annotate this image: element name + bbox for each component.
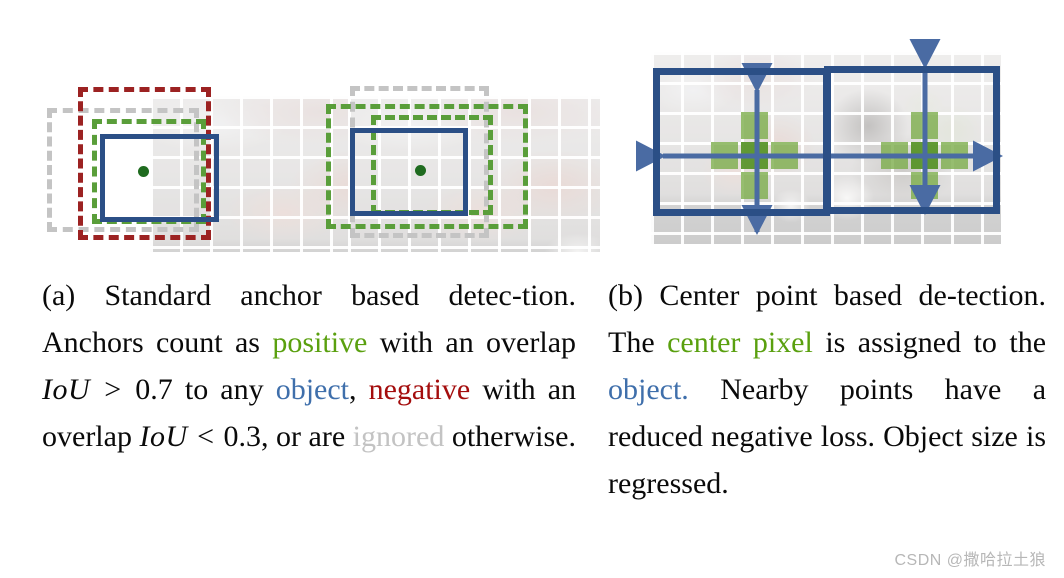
caption-a-iou-2: IoU (139, 420, 188, 453)
caption-subfigure-a: (a) Standard anchor based detec-tion. An… (42, 272, 576, 460)
caption-a-iou-1: IoU (42, 373, 91, 406)
figure-page: (a) Standard anchor based detec-tion. An… (0, 0, 1064, 578)
figure-row (0, 0, 1064, 268)
caption-a-lt: < (197, 420, 215, 453)
caption-a-seg7: otherwise. (451, 420, 576, 453)
caption-a-seg4: to any (184, 373, 264, 406)
caption-a-seg3: with an overlap (379, 326, 577, 359)
caption-a-gt: > (104, 373, 122, 406)
caption-b-text: (b) Center point based de-tection. The c… (608, 272, 1046, 507)
caption-a-seg1: (a) Standard anchor based detec-tion. (42, 279, 576, 312)
caption-a-positive: positive (272, 326, 368, 359)
caption-a-object: object (275, 373, 349, 406)
caption-a-seg2: Anchors count as (42, 326, 260, 359)
caption-b-seg3: is assigned to the (825, 326, 1047, 359)
caption-a-seg6: , or are (261, 420, 346, 453)
caption-a-threshold-low: 0.3 (223, 420, 262, 453)
caption-row: (a) Standard anchor based detec-tion. An… (0, 272, 1064, 562)
blue-solid-anchor-box-a1 (100, 134, 219, 222)
caption-a-negative: negative (368, 373, 471, 406)
caption-b-seg1: (b) Center point based de-tection. (608, 279, 1046, 312)
caption-a-comma: , (349, 373, 369, 406)
caption-a-text: (a) Standard anchor based detec-tion. An… (42, 272, 576, 460)
center-dot-a2 (415, 165, 426, 176)
blue-solid-box-right-cat (824, 66, 1000, 214)
center-dot-a1 (138, 166, 149, 177)
caption-b-seg2: The (608, 326, 655, 359)
caption-b-object: object. (608, 373, 689, 406)
blue-solid-anchor-box-a2 (350, 128, 468, 216)
csdn-watermark: CSDN @撒哈拉土狼 (894, 552, 1046, 569)
blue-solid-box-left-cat (653, 68, 830, 216)
caption-a-threshold-high: 0.7 (135, 373, 173, 406)
caption-b-center-pixel: center pixel (667, 326, 813, 359)
caption-subfigure-b: (b) Center point based de-tection. The c… (608, 272, 1046, 507)
caption-a-ignored: ignored (352, 420, 445, 453)
